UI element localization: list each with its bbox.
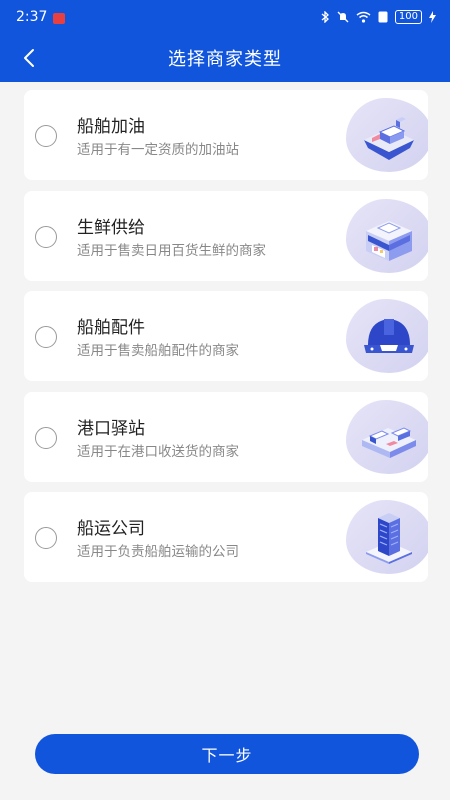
option-description: 适用于负责船舶运输的公司 (77, 544, 239, 560)
option-title: 港口驿站 (77, 418, 145, 439)
app-header: 2:37 100 选择商家类型 (0, 0, 450, 82)
merchant-option-shipping[interactable]: 船运公司 适用于负责船舶运输的公司 (24, 492, 428, 582)
option-title: 船舶加油 (77, 117, 145, 137)
back-button[interactable] (14, 44, 44, 72)
option-description: 适用于售卖船舶配件的商家 (77, 343, 239, 359)
helmet-icon (346, 297, 428, 377)
option-radio[interactable] (35, 527, 57, 549)
option-title: 船运公司 (77, 519, 145, 539)
home-indicator (0, 790, 450, 800)
option-radio[interactable] (35, 426, 57, 449)
page-title: 选择商家类型 (168, 49, 282, 70)
merchant-option-parts[interactable]: 船舶配件 适用于售卖船舶配件的商家 (24, 291, 428, 381)
building-icon (346, 498, 428, 578)
battery-level: 100 (394, 10, 422, 24)
sim-icon (378, 11, 388, 23)
chevron-left-icon (24, 49, 34, 67)
option-title: 船舶配件 (77, 318, 145, 338)
bluetooth-icon (321, 11, 329, 23)
ship-icon (346, 96, 428, 176)
wifi-icon (356, 11, 371, 23)
option-description: 适用于有一定资质的加油站 (77, 142, 239, 158)
charging-icon (429, 11, 436, 23)
status-icons: 100 (321, 10, 436, 24)
option-description: 适用于售卖日用百货生鲜的商家 (77, 242, 266, 259)
merchant-option-fresh[interactable]: 生鲜供给 适用于售卖日用百货生鲜的商家 (24, 190, 428, 281)
option-radio[interactable] (35, 326, 57, 348)
mute-icon (337, 11, 349, 23)
merchant-type-list: 船舶加油 适用于有一定资质的加油站 生鲜供给 适用于售卖日用百货生鲜的商家 船舶… (24, 90, 428, 593)
port-icon (346, 398, 428, 478)
option-title: 生鲜供给 (77, 217, 145, 238)
status-bar: 2:37 100 (0, 0, 450, 34)
notification-icon (53, 12, 66, 24)
next-step-button[interactable]: 下一步 (35, 734, 419, 774)
status-time: 2:37 (16, 9, 48, 25)
merchant-option-port[interactable]: 港口驿站 适用于在港口收送货的商家 (24, 391, 428, 482)
nav-bar: 选择商家类型 (0, 34, 450, 82)
option-description: 适用于在港口收送货的商家 (77, 443, 239, 460)
option-radio[interactable] (35, 225, 57, 248)
merchant-option-fuel[interactable]: 船舶加油 适用于有一定资质的加油站 (24, 90, 428, 180)
store-icon (346, 197, 428, 277)
option-radio[interactable] (35, 125, 57, 147)
